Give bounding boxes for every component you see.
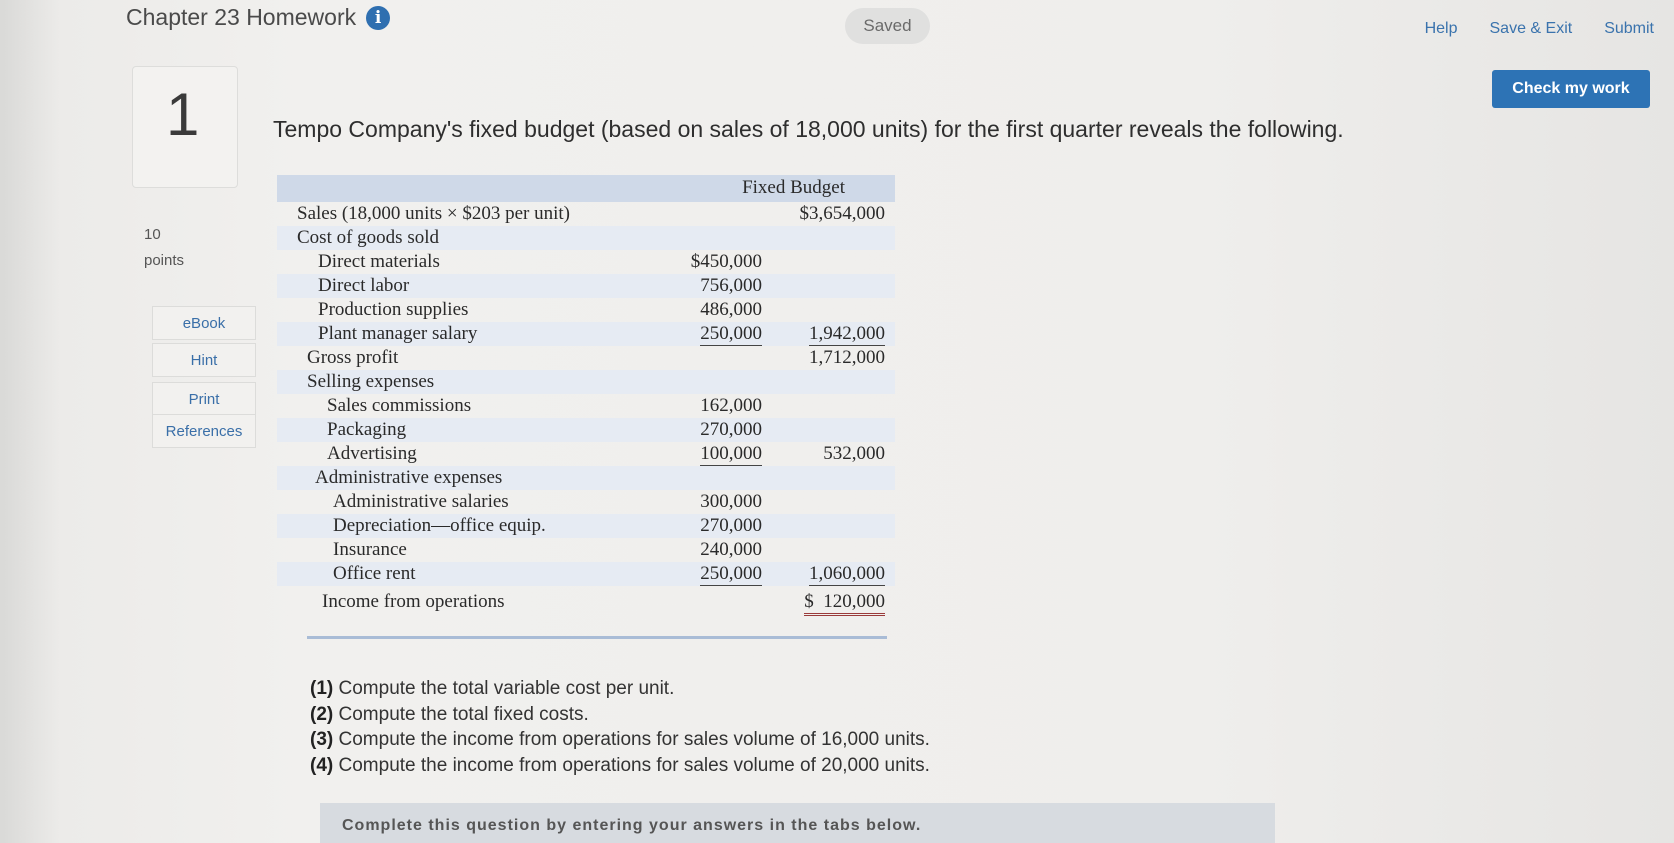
row-label: Direct materials	[318, 251, 440, 272]
task-item: (1) Compute the total variable cost per …	[310, 676, 930, 702]
row-subamount: $450,000	[690, 251, 762, 272]
table-row: Packaging 270,000	[277, 418, 895, 442]
row-subamount: 250,000	[700, 563, 762, 586]
row-amount: $3,654,000	[799, 203, 886, 224]
table-row: Direct materials $450,000	[277, 250, 895, 274]
task-number: (1)	[310, 678, 334, 699]
row-label: Direct labor	[318, 275, 410, 296]
row-subamount: 100,000	[700, 443, 762, 466]
help-link[interactable]: Help	[1425, 20, 1458, 38]
row-subamount: 162,000	[700, 395, 762, 416]
row-label: Gross profit	[307, 347, 399, 368]
question-text: Tempo Company's fixed budget (based on s…	[273, 116, 1344, 142]
table-row: Gross profit 1,712,000	[277, 346, 895, 370]
ebook-button[interactable]: eBook	[152, 306, 256, 340]
row-label: Sales (18,000 units × $203 per unit)	[297, 203, 570, 224]
table-row: Production supplies 486,000	[277, 298, 895, 322]
print-button[interactable]: Print	[152, 382, 256, 416]
task-number: (3)	[310, 729, 334, 750]
info-icon[interactable]: i	[366, 5, 391, 30]
table-row: Plant manager salary 250,000 1,942,000	[277, 322, 895, 346]
top-bar: Chapter 23 Homework i Saved Help Save & …	[0, 0, 1674, 50]
row-label: Sales commissions	[327, 395, 472, 416]
row-label: Cost of goods sold	[297, 227, 439, 248]
row-label: Advertising	[327, 443, 417, 464]
row-label: Income from operations	[322, 591, 505, 612]
row-label: Selling expenses	[307, 371, 435, 392]
table-row: Sales (18,000 units × $203 per unit) $3,…	[277, 202, 895, 226]
question-number: 1	[166, 81, 200, 148]
assignment-title: Chapter 23 Homework i	[126, 4, 391, 31]
hint-button[interactable]: Hint	[152, 343, 256, 377]
row-amount: $ 120,000	[804, 591, 885, 616]
row-subamount: 240,000	[700, 539, 762, 560]
table-row: Direct labor 756,000	[277, 274, 895, 298]
table-bottom-border	[307, 636, 887, 639]
task-text: Compute the total fixed costs.	[338, 703, 589, 725]
saved-status: Saved	[845, 8, 930, 44]
instruction-text: Complete this question by entering your …	[342, 817, 922, 834]
table-row: Office rent 250,000 1,060,000	[277, 562, 895, 586]
task-item: (3) Compute the income from operations f…	[310, 727, 930, 753]
row-subamount: 270,000	[700, 419, 762, 440]
table-row: Administrative expenses	[277, 466, 895, 490]
task-item: (2) Compute the total fixed costs.	[310, 702, 930, 728]
points-label: points	[144, 251, 185, 269]
assignment-title-text: Chapter 23 Homework	[126, 4, 357, 30]
save-exit-link[interactable]: Save & Exit	[1490, 20, 1573, 38]
task-text: Compute the income from operations for s…	[338, 754, 930, 776]
row-label: Office rent	[333, 563, 416, 584]
table-row: Cost of goods sold	[277, 226, 895, 250]
row-label: Packaging	[327, 419, 407, 440]
row-label: Administrative salaries	[333, 491, 509, 512]
points-info: 10 points	[144, 222, 184, 273]
row-subamount: 270,000	[700, 515, 762, 536]
table-row: Depreciation—office equip. 270,000	[277, 514, 895, 538]
row-label: Depreciation—office equip.	[333, 515, 546, 536]
row-subamount: 250,000	[700, 323, 762, 346]
references-button[interactable]: References	[152, 414, 256, 448]
row-amount: 1,712,000	[809, 347, 885, 368]
row-amount: 1,060,000	[809, 563, 885, 586]
check-my-work-button[interactable]: Check my work	[1492, 70, 1650, 108]
task-list: (1) Compute the total variable cost per …	[310, 676, 930, 778]
task-number: (2)	[310, 703, 334, 725]
row-label: Insurance	[333, 539, 407, 560]
task-item: (4) Compute the income from operations f…	[310, 753, 930, 779]
row-subamount: 300,000	[700, 491, 762, 512]
table-row: Insurance 240,000	[277, 538, 895, 562]
row-label: Plant manager salary	[318, 323, 478, 344]
top-links: Help Save & Exit Submit	[1425, 20, 1654, 38]
row-amount: 1,942,000	[809, 323, 885, 346]
points-value: 10	[144, 226, 161, 243]
task-text: Compute the income from operations for s…	[338, 729, 930, 750]
row-label: Production supplies	[318, 299, 469, 320]
task-number: (4)	[310, 754, 334, 776]
fixed-budget-header: Fixed Budget	[742, 177, 845, 198]
table-row: Sales commissions 162,000	[277, 394, 895, 418]
table-row: Selling expenses	[277, 370, 895, 394]
fixed-budget-table: Fixed Budget Sales (18,000 units × $203 …	[277, 175, 897, 639]
row-subamount: 486,000	[700, 299, 762, 320]
table-row: Income from operations $ 120,000	[277, 590, 895, 616]
row-subamount: 756,000	[700, 275, 762, 296]
submit-link[interactable]: Submit	[1604, 20, 1654, 38]
table-row: Advertising 100,000 532,000	[277, 442, 895, 466]
row-amount: 532,000	[823, 443, 885, 464]
task-text: Compute the total variable cost per unit…	[338, 678, 675, 699]
table-header: Fixed Budget	[277, 175, 895, 202]
row-label: Administrative expenses	[315, 467, 503, 488]
instruction-bar: Complete this question by entering your …	[320, 803, 1275, 843]
table-row: Administrative salaries 300,000	[277, 490, 895, 514]
